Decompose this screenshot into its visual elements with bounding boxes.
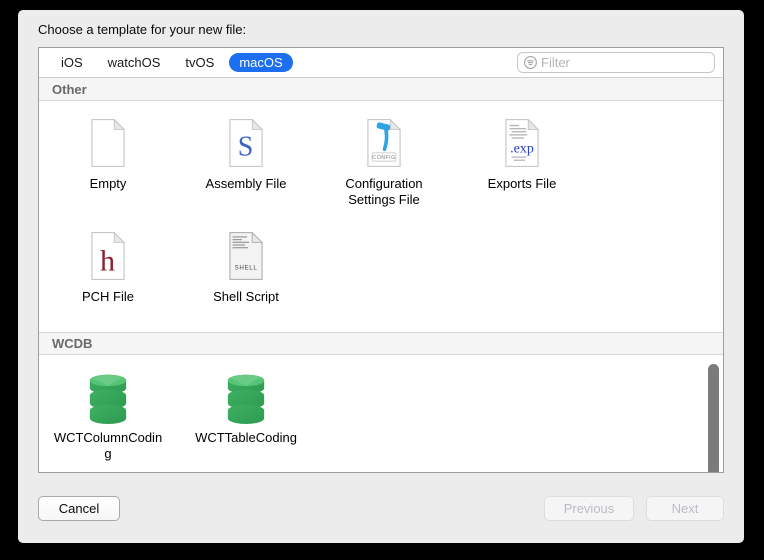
exports-file-icon: .exp [496,115,548,171]
database-icon [220,369,272,425]
template-item[interactable]: WCTTableCoding [177,355,315,468]
svg-text:h: h [100,244,115,278]
template-item[interactable]: SHELL Shell Script [177,214,315,327]
template-item[interactable]: CONFIG Configuration Settings File [315,101,453,214]
dialog-title: Choose a template for your new file: [38,22,246,37]
template-item[interactable]: S Assembly File [177,101,315,214]
template-item[interactable]: WCTColumnCoding [39,355,177,468]
template-label: Shell Script [213,289,279,305]
platform-tabs: iOS watchOStvOS macOS [51,53,298,72]
template-sections: Other Empty S Assembly File CONFIG Configurat… [39,78,723,473]
previous-button[interactable]: Previous [544,496,634,521]
blank-document-icon [82,115,134,171]
svg-text:SHELL: SHELL [235,264,258,271]
database-icon [82,369,134,425]
pch-file-icon: h [82,228,134,284]
template-item[interactable]: Empty [39,101,177,214]
template-label: PCH File [82,289,134,305]
svg-text:S: S [238,131,254,162]
template-item[interactable]: h PCH File [39,214,177,327]
filter-input[interactable] [541,55,709,70]
config-settings-file-icon: CONFIG [358,115,410,171]
scrollbar-thumb[interactable] [708,364,719,473]
filter-icon [523,55,538,70]
template-label: Assembly File [206,176,287,192]
template-grid-other: Empty S Assembly File CONFIG Configuration S… [39,101,723,332]
svg-text:CONFIG: CONFIG [372,155,395,161]
section-header-other: Other [39,78,723,101]
template-item[interactable]: .exp Exports File [453,101,591,214]
cancel-button[interactable]: Cancel [38,496,120,521]
template-label: WCTColumnCoding [52,430,165,462]
new-file-template-dialog: Choose a template for your new file: iOS… [18,10,744,543]
filter-field[interactable] [517,52,715,73]
shell-script-icon: SHELL [220,228,272,284]
template-label: Empty [90,176,127,192]
template-label: Exports File [488,176,557,192]
assembly-file-icon: S [220,115,272,171]
platform-tabbar: iOS watchOStvOS macOS [39,48,723,78]
tab-ios[interactable]: iOS [51,53,93,72]
template-chooser-panel: iOS watchOStvOS macOS Other Empty S Assembly … [38,47,724,473]
template-label: WCTTableCoding [195,430,297,446]
template-label: Configuration Settings File [328,176,441,208]
tab-macos[interactable]: macOS [229,53,292,72]
tab-watchos[interactable]: watchOS [98,53,171,72]
svg-text:.exp: .exp [510,141,534,156]
tab-tvos[interactable]: tvOS [175,53,224,72]
template-grid-wcdb: WCTColumnCoding WCTTableCoding [39,355,723,473]
next-button[interactable]: Next [646,496,724,521]
section-header-wcdb: WCDB [39,332,723,355]
